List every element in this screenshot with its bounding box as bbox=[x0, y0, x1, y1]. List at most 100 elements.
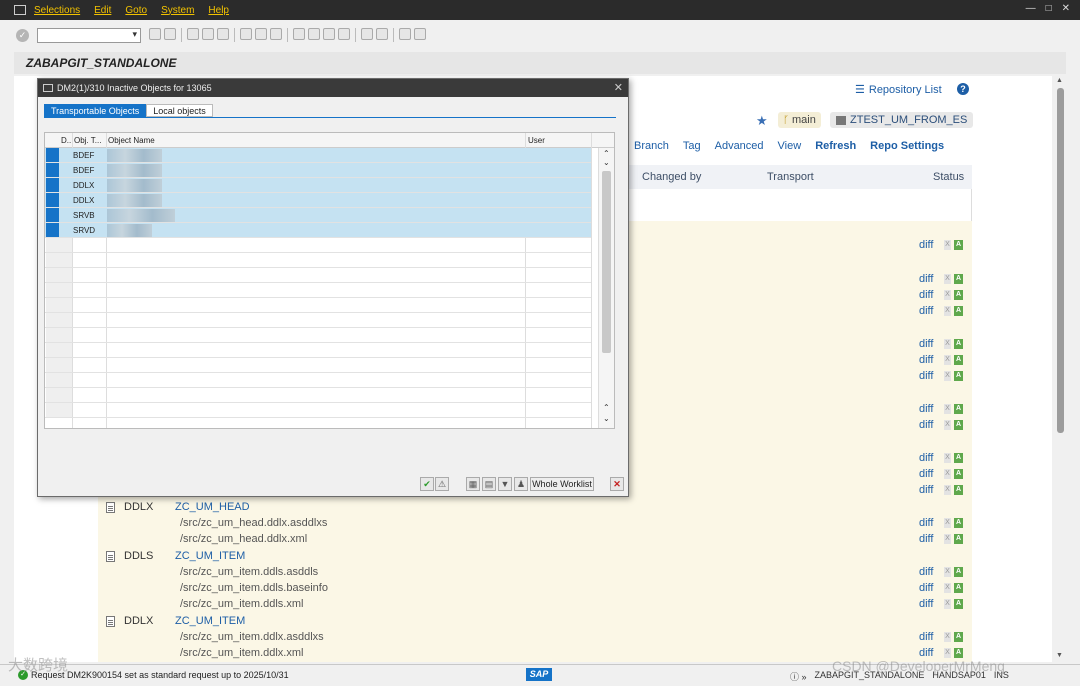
repository-list-link[interactable]: ☰ Repository List bbox=[855, 83, 942, 97]
row-selector[interactable] bbox=[46, 388, 59, 402]
menu-selections[interactable]: Selections bbox=[34, 5, 80, 16]
col-user[interactable]: User bbox=[528, 136, 545, 145]
row-selector[interactable] bbox=[46, 163, 59, 177]
row-selector[interactable] bbox=[46, 253, 59, 267]
row-selector[interactable] bbox=[46, 193, 59, 207]
row-selector[interactable] bbox=[46, 223, 59, 237]
table-row[interactable]: BDEF bbox=[45, 163, 591, 178]
deselect-all-icon[interactable]: ▤ bbox=[482, 477, 496, 491]
whole-worklist-button[interactable]: Whole Worklist bbox=[530, 477, 594, 491]
table-row[interactable]: SRVB bbox=[45, 208, 591, 223]
diff-link[interactable]: diff bbox=[919, 582, 933, 594]
diff-link[interactable]: diff bbox=[919, 403, 933, 415]
branch-badge[interactable]: ᚴ main bbox=[778, 112, 821, 128]
diff-link[interactable]: diff bbox=[919, 452, 933, 464]
row-selector[interactable] bbox=[46, 298, 59, 312]
row-selector[interactable] bbox=[46, 403, 59, 417]
menu-repo-settings[interactable]: Repo Settings bbox=[870, 140, 944, 152]
col-d[interactable]: D.. bbox=[61, 136, 71, 145]
menu-tag[interactable]: Tag bbox=[683, 140, 701, 152]
table-row[interactable] bbox=[45, 268, 591, 283]
scroll-down-icon[interactable]: ⌃ bbox=[603, 403, 610, 412]
menu-refresh[interactable]: Refresh bbox=[815, 140, 856, 152]
table-row[interactable]: DDLX bbox=[45, 178, 591, 193]
diff-link[interactable]: diff bbox=[919, 338, 933, 350]
maximize-icon[interactable]: □ bbox=[1046, 3, 1052, 14]
package-badge[interactable]: ZTEST_UM_FROM_ES bbox=[830, 112, 974, 128]
row-selector[interactable] bbox=[46, 208, 59, 222]
command-field[interactable] bbox=[37, 27, 141, 43]
exit-icon[interactable] bbox=[187, 28, 199, 40]
row-selector[interactable] bbox=[46, 268, 59, 282]
diff-link[interactable]: diff bbox=[919, 273, 933, 285]
diff-link[interactable]: diff bbox=[919, 566, 933, 578]
status-help-icon[interactable]: ⓘ » bbox=[790, 670, 807, 683]
row-selector[interactable] bbox=[46, 358, 59, 372]
print-icon[interactable] bbox=[240, 28, 252, 40]
scroll-down-icon[interactable]: ▼ bbox=[1056, 652, 1063, 659]
dialog-close-icon[interactable]: ✕ bbox=[614, 81, 623, 94]
diff-link[interactable]: diff bbox=[919, 370, 933, 382]
row-selector[interactable] bbox=[46, 343, 59, 357]
menu-edit[interactable]: Edit bbox=[94, 5, 111, 16]
table-row[interactable] bbox=[45, 313, 591, 328]
scroll-top-icon[interactable]: ⌃ bbox=[603, 149, 610, 158]
row-selector[interactable] bbox=[46, 313, 59, 327]
menu-help[interactable]: Help bbox=[208, 5, 229, 16]
diff-link[interactable]: diff bbox=[919, 598, 933, 610]
scroll-up-icon[interactable]: ⌄ bbox=[603, 158, 610, 167]
table-row[interactable] bbox=[45, 343, 591, 358]
activate-button[interactable]: ✔ bbox=[420, 477, 434, 491]
activate-anyway-icon[interactable]: ⚠ bbox=[435, 477, 449, 491]
table-row[interactable] bbox=[45, 253, 591, 268]
table-row[interactable] bbox=[45, 358, 591, 373]
object-name-link[interactable]: ZC_UM_ITEM bbox=[175, 615, 245, 627]
diff-link[interactable]: diff bbox=[919, 419, 933, 431]
table-row[interactable] bbox=[45, 403, 591, 418]
next-page-icon[interactable] bbox=[323, 28, 335, 40]
menu-branch[interactable]: Branch bbox=[634, 140, 669, 152]
menu-advanced[interactable]: Advanced bbox=[715, 140, 764, 152]
favorite-star-icon[interactable]: ★ bbox=[756, 113, 768, 129]
first-page-icon[interactable] bbox=[293, 28, 305, 40]
diff-link[interactable]: diff bbox=[919, 517, 933, 529]
row-selector[interactable] bbox=[46, 148, 59, 162]
diff-link[interactable]: diff bbox=[919, 305, 933, 317]
row-selector[interactable] bbox=[46, 178, 59, 192]
object-name-link[interactable]: ZC_UM_HEAD bbox=[175, 501, 250, 513]
diff-link[interactable]: diff bbox=[919, 533, 933, 545]
scroll-up-icon[interactable]: ▲ bbox=[1056, 77, 1063, 84]
diff-link[interactable]: diff bbox=[919, 484, 933, 496]
menu-view[interactable]: View bbox=[778, 140, 802, 152]
table-row[interactable] bbox=[45, 328, 591, 343]
save-icon[interactable] bbox=[164, 28, 176, 40]
minimize-icon[interactable]: — bbox=[1026, 3, 1036, 14]
table-row[interactable]: DDLX bbox=[45, 193, 591, 208]
select-all-icon[interactable]: ▦ bbox=[466, 477, 480, 491]
window-menu-icon[interactable] bbox=[14, 5, 26, 15]
find-next-icon[interactable] bbox=[270, 28, 282, 40]
help-icon[interactable]: ? bbox=[957, 83, 969, 95]
help-toolbar-icon[interactable] bbox=[399, 28, 411, 40]
filter-icon[interactable]: ▼ bbox=[498, 477, 512, 491]
scroll-thumb[interactable] bbox=[1057, 88, 1064, 433]
menu-system[interactable]: System bbox=[161, 5, 194, 16]
new-session-icon[interactable] bbox=[361, 28, 373, 40]
status-message[interactable]: Request DM2K900154 set as standard reque… bbox=[31, 670, 289, 680]
row-selector[interactable] bbox=[46, 328, 59, 342]
user-icon[interactable]: ♟ bbox=[514, 477, 528, 491]
object-name-link[interactable]: ZC_UM_ITEM bbox=[175, 550, 245, 562]
table-row[interactable] bbox=[45, 283, 591, 298]
close-window-icon[interactable]: ✕ bbox=[1062, 3, 1070, 14]
diff-link[interactable]: diff bbox=[919, 468, 933, 480]
scroll-bottom-icon[interactable]: ⌄ bbox=[603, 414, 610, 423]
enter-icon[interactable]: ✓ bbox=[16, 28, 29, 42]
tab-transportable-objects[interactable]: Transportable Objects bbox=[44, 104, 147, 117]
menu-goto[interactable]: Goto bbox=[125, 5, 147, 16]
diff-link[interactable]: diff bbox=[919, 354, 933, 366]
table-row[interactable] bbox=[45, 298, 591, 313]
row-selector[interactable] bbox=[46, 373, 59, 387]
table-row[interactable]: SRVD bbox=[45, 223, 591, 238]
table-row[interactable] bbox=[45, 238, 591, 253]
diff-link[interactable]: diff bbox=[919, 631, 933, 643]
